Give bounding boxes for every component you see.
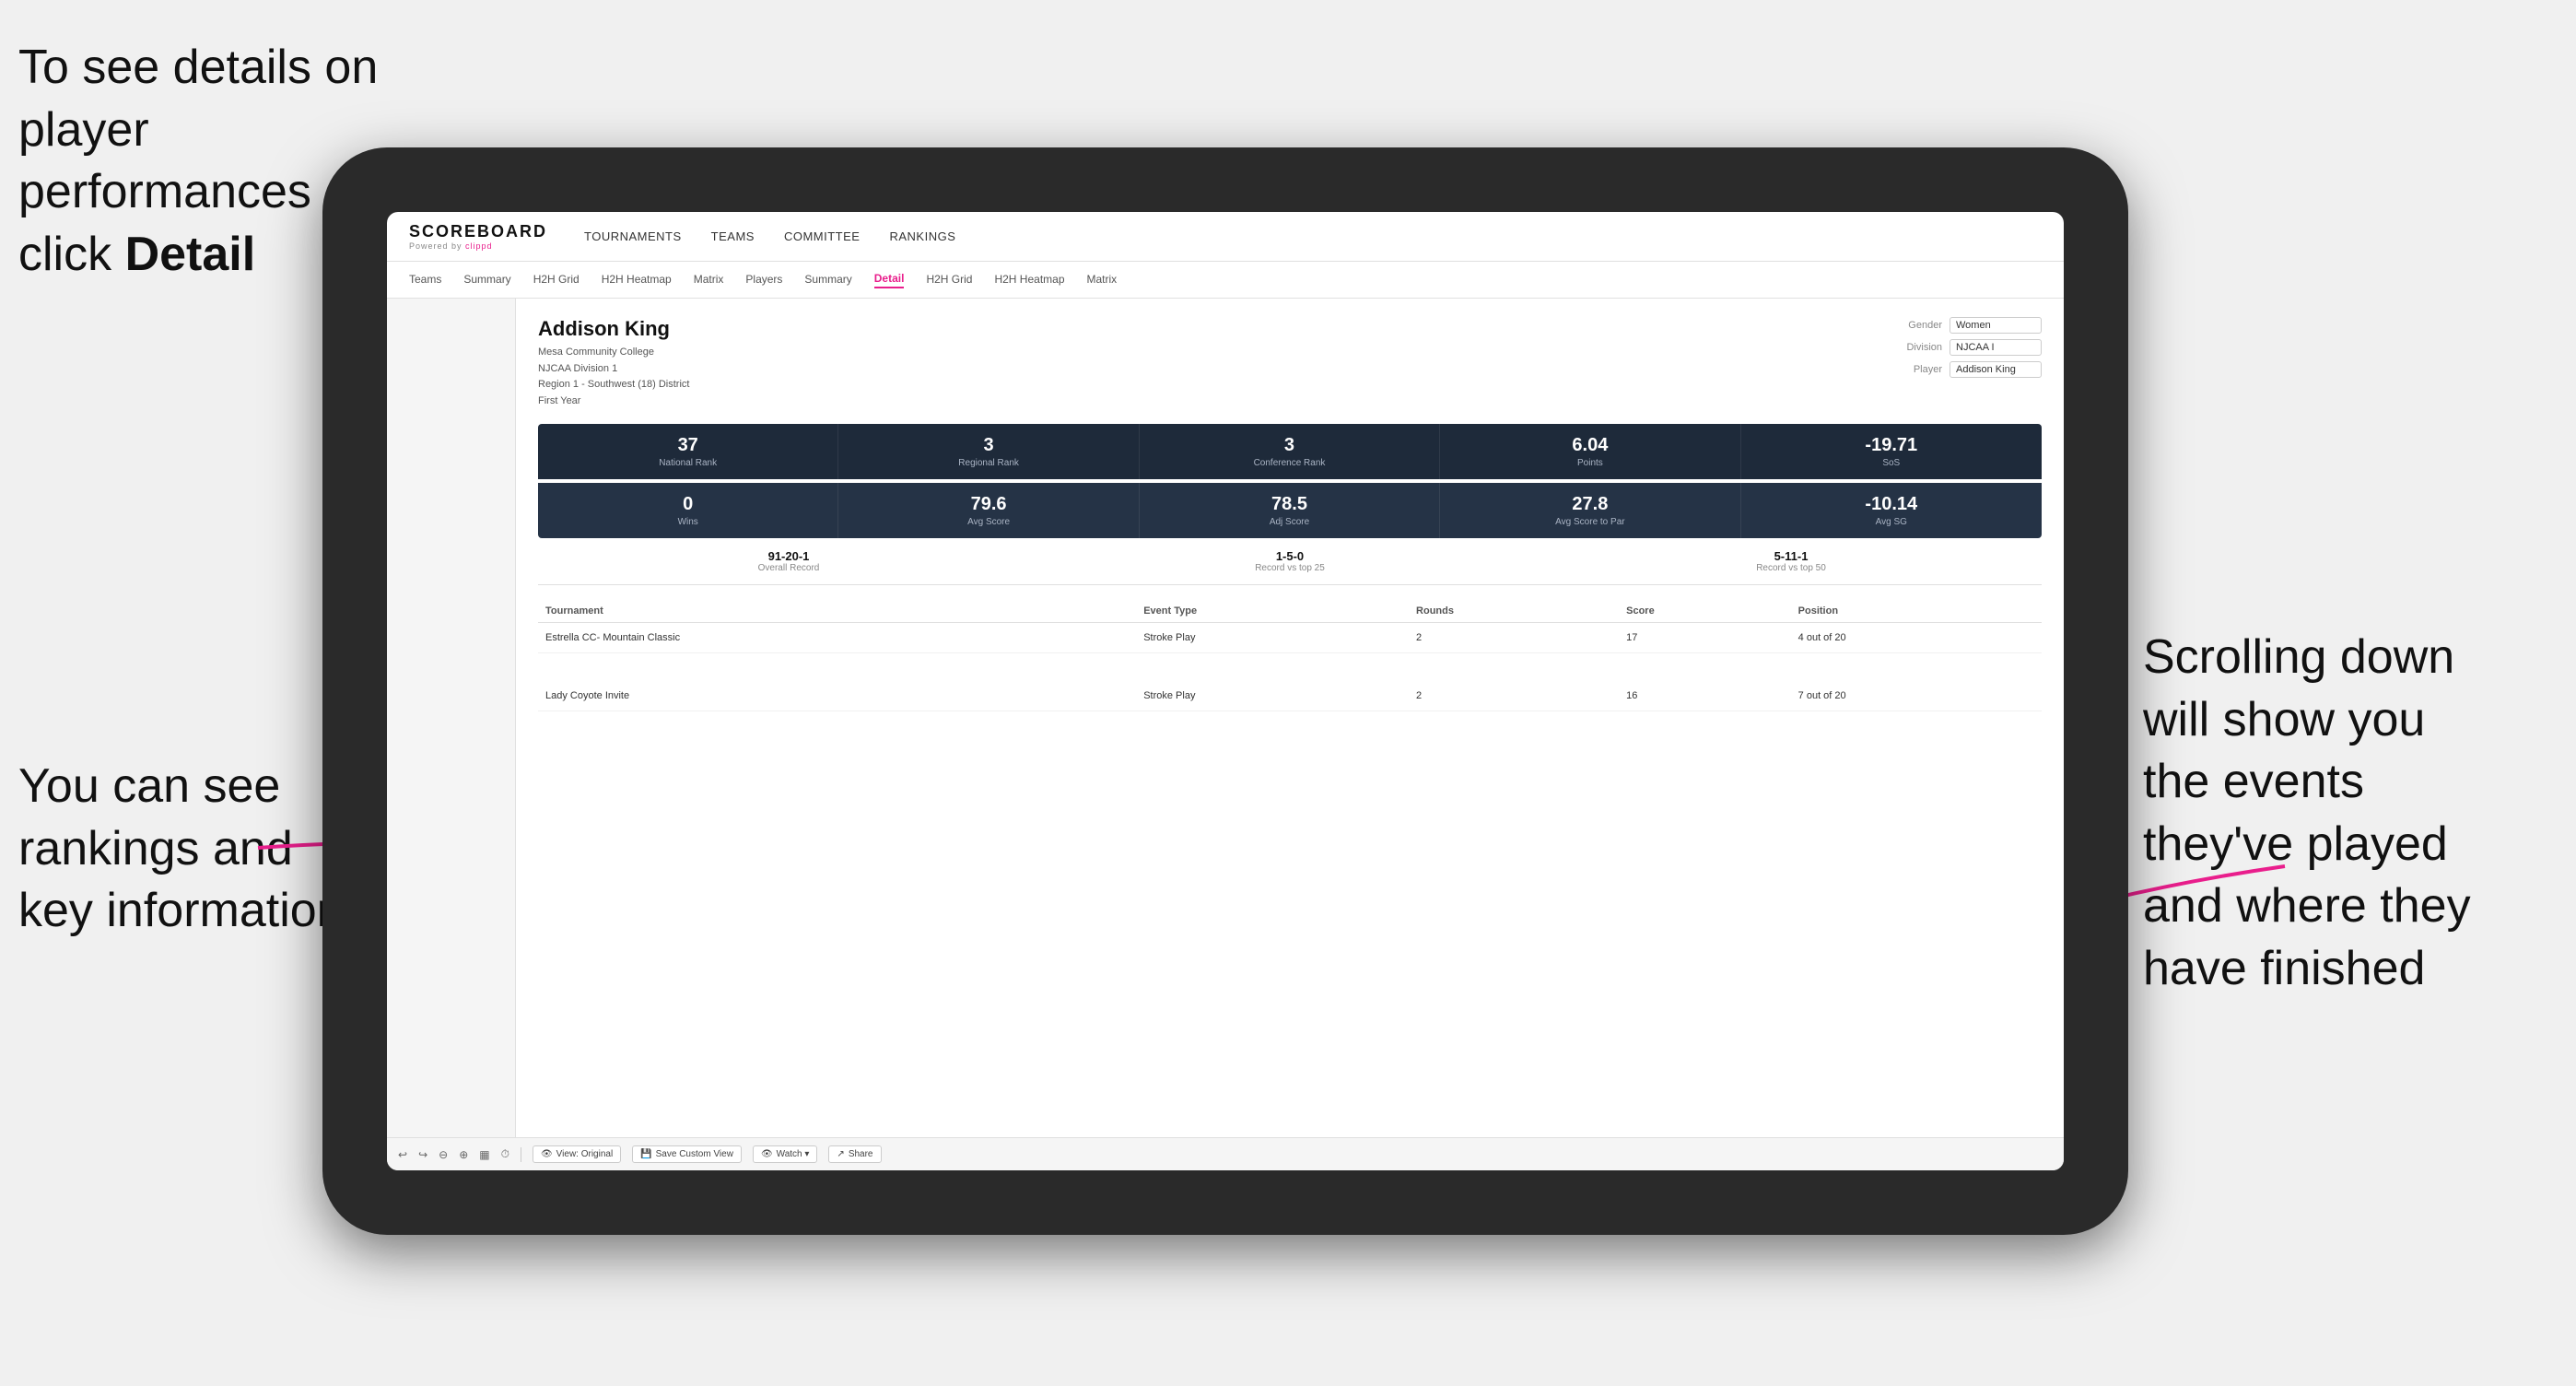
table-header-row: Tournament Event Type Rounds Score Posit… bbox=[538, 600, 2042, 623]
col-score: Score bbox=[1619, 600, 1791, 623]
tablet-screen: SCOREBOARD Powered by clippd TOURNAMENTS… bbox=[387, 212, 2064, 1170]
tab-detail[interactable]: Detail bbox=[874, 272, 905, 288]
ann-r3: the events bbox=[2143, 755, 2364, 808]
main-content: Addison King Mesa Community College NJCA… bbox=[387, 299, 2064, 1137]
stat-row2-cell-3: 27.8Avg Score to Par bbox=[1440, 483, 1740, 538]
stat-row2-cell-2: 78.5Adj Score bbox=[1140, 483, 1440, 538]
table-row[interactable]: Lady Coyote Invite Stroke Play 2 16 7 ou… bbox=[538, 681, 2042, 711]
share-icon: ↗ bbox=[837, 1149, 844, 1159]
stat-row1-cell-3: 6.04Points bbox=[1440, 424, 1740, 479]
stat-row1-cell-4: -19.71SoS bbox=[1741, 424, 2042, 479]
division-label: Division bbox=[1894, 342, 1942, 353]
stats-row2: 0Wins79.6Avg Score78.5Adj Score27.8Avg S… bbox=[538, 483, 2042, 538]
save-custom-view-button[interactable]: 💾 Save Custom View bbox=[632, 1145, 742, 1163]
col-tournament: Tournament bbox=[538, 600, 1136, 623]
main-nav: TOURNAMENTS TEAMS COMMITTEE RANKINGS bbox=[584, 229, 955, 243]
player-division: NJCAA Division 1 bbox=[538, 363, 617, 374]
sub-nav: Teams Summary H2H Grid H2H Heatmap Matri… bbox=[387, 262, 2064, 299]
division-select[interactable]: NJCAA I bbox=[1950, 339, 2042, 356]
tournament-table: Tournament Event Type Rounds Score Posit… bbox=[538, 600, 2042, 738]
cell-tournament: Estrella CC- Mountain Classic bbox=[538, 623, 1136, 653]
cell-rounds: 2 bbox=[1409, 681, 1619, 711]
cell-event-type: Stroke Play bbox=[1136, 623, 1409, 653]
table-spacer-row bbox=[538, 653, 2042, 681]
tab-h2h-grid2[interactable]: H2H Grid bbox=[926, 273, 972, 288]
tab-h2h-grid[interactable]: H2H Grid bbox=[533, 273, 580, 288]
cell-rounds: 2 bbox=[1409, 623, 1619, 653]
logo: SCOREBOARD Powered by clippd bbox=[409, 222, 547, 251]
nav-rankings[interactable]: RANKINGS bbox=[889, 229, 955, 243]
tab-h2h-heatmap[interactable]: H2H Heatmap bbox=[602, 273, 672, 288]
gender-filter-row: Gender Women bbox=[1894, 317, 2042, 334]
cell-tournament: Lady Coyote Invite bbox=[538, 681, 1136, 711]
watch-icon: 👁 bbox=[761, 1149, 773, 1159]
stat-row1-cell-1: 3Regional Rank bbox=[838, 424, 1139, 479]
player-name: Addison King bbox=[538, 317, 689, 341]
redo-icon[interactable]: ↪ bbox=[418, 1148, 427, 1161]
view-icon: 👁 bbox=[541, 1149, 553, 1159]
cell-event-type: Stroke Play bbox=[1136, 681, 1409, 711]
tab-summary2[interactable]: Summary bbox=[804, 273, 851, 288]
ann-r1: Scrolling down bbox=[2143, 630, 2454, 684]
record-cell-2: 5-11-1Record vs top 50 bbox=[1540, 549, 2042, 573]
logo-text: SCOREBOARD bbox=[409, 222, 547, 241]
player-filter-row: Player Addison King bbox=[1894, 361, 2042, 378]
records-row: 91-20-1Overall Record1-5-0Record vs top … bbox=[538, 549, 2042, 585]
cell-score: 17 bbox=[1619, 623, 1791, 653]
player-year: First Year bbox=[538, 395, 580, 406]
left-sidebar bbox=[387, 299, 516, 1137]
stat-row2-cell-4: -10.14Avg SG bbox=[1741, 483, 2042, 538]
player-school: Mesa Community College bbox=[538, 346, 654, 358]
logo-sub: Powered by clippd bbox=[409, 241, 547, 251]
nav-tournaments[interactable]: TOURNAMENTS bbox=[584, 229, 682, 243]
tablet-frame: SCOREBOARD Powered by clippd TOURNAMENTS… bbox=[322, 147, 2128, 1235]
layout-icon[interactable]: ▦ bbox=[479, 1148, 489, 1161]
content-area: Addison King Mesa Community College NJCA… bbox=[516, 299, 2064, 1137]
stat-row2-cell-0: 0Wins bbox=[538, 483, 838, 538]
tab-players[interactable]: Players bbox=[745, 273, 782, 288]
undo-icon[interactable]: ↩ bbox=[398, 1148, 407, 1161]
record-cell-0: 91-20-1Overall Record bbox=[538, 549, 1039, 573]
gender-select[interactable]: Women bbox=[1950, 317, 2042, 334]
stat-row1-cell-0: 37National Rank bbox=[538, 424, 838, 479]
player-region: Region 1 - Southwest (18) District bbox=[538, 379, 689, 390]
tab-h2h-heatmap2[interactable]: H2H Heatmap bbox=[994, 273, 1064, 288]
tab-matrix2[interactable]: Matrix bbox=[1087, 273, 1118, 288]
watch-button[interactable]: 👁 Watch ▾ bbox=[753, 1145, 817, 1163]
stat-row1-cell-2: 3Conference Rank bbox=[1140, 424, 1440, 479]
gender-label: Gender bbox=[1894, 320, 1942, 331]
zoom-out-icon[interactable]: ⊖ bbox=[439, 1148, 448, 1161]
player-label: Player bbox=[1894, 364, 1942, 375]
save-icon: 💾 bbox=[640, 1149, 651, 1159]
cell-score: 16 bbox=[1619, 681, 1791, 711]
bottom-toolbar: ↩ ↪ ⊖ ⊕ ▦ ⏱ 👁 View: Original 💾 Save Cust… bbox=[387, 1137, 2064, 1170]
stat-row2-cell-1: 79.6Avg Score bbox=[838, 483, 1139, 538]
record-cell-1: 1-5-0Record vs top 25 bbox=[1039, 549, 1540, 573]
top-nav: SCOREBOARD Powered by clippd TOURNAMENTS… bbox=[387, 212, 2064, 262]
col-event-type: Event Type bbox=[1136, 600, 1409, 623]
ann-r2: will show you bbox=[2143, 693, 2425, 746]
cell-position: 4 out of 20 bbox=[1791, 623, 2042, 653]
zoom-in-icon[interactable]: ⊕ bbox=[459, 1148, 468, 1161]
player-select[interactable]: Addison King bbox=[1950, 361, 2042, 378]
player-info: Addison King Mesa Community College NJCA… bbox=[538, 317, 689, 409]
tab-summary[interactable]: Summary bbox=[463, 273, 510, 288]
tab-matrix[interactable]: Matrix bbox=[694, 273, 724, 288]
division-filter-row: Division NJCAA I bbox=[1894, 339, 2042, 356]
cell-position: 7 out of 20 bbox=[1791, 681, 2042, 711]
nav-teams[interactable]: TEAMS bbox=[711, 229, 755, 243]
col-position: Position bbox=[1791, 600, 2042, 623]
view-original-button[interactable]: 👁 View: Original bbox=[533, 1145, 621, 1163]
player-header: Addison King Mesa Community College NJCA… bbox=[538, 317, 2042, 409]
col-rounds: Rounds bbox=[1409, 600, 1619, 623]
table-row[interactable]: Estrella CC- Mountain Classic Stroke Pla… bbox=[538, 623, 2042, 653]
tab-teams[interactable]: Teams bbox=[409, 273, 441, 288]
stats-row1: 37National Rank3Regional Rank3Conference… bbox=[538, 424, 2042, 479]
player-filters: Gender Women Division NJCAA I bbox=[1894, 317, 2042, 409]
table-spacer-row bbox=[538, 711, 2042, 738]
nav-committee[interactable]: COMMITTEE bbox=[784, 229, 861, 243]
share-button[interactable]: ↗ Share bbox=[828, 1145, 881, 1163]
clock-icon[interactable]: ⏱ bbox=[501, 1147, 509, 1161]
